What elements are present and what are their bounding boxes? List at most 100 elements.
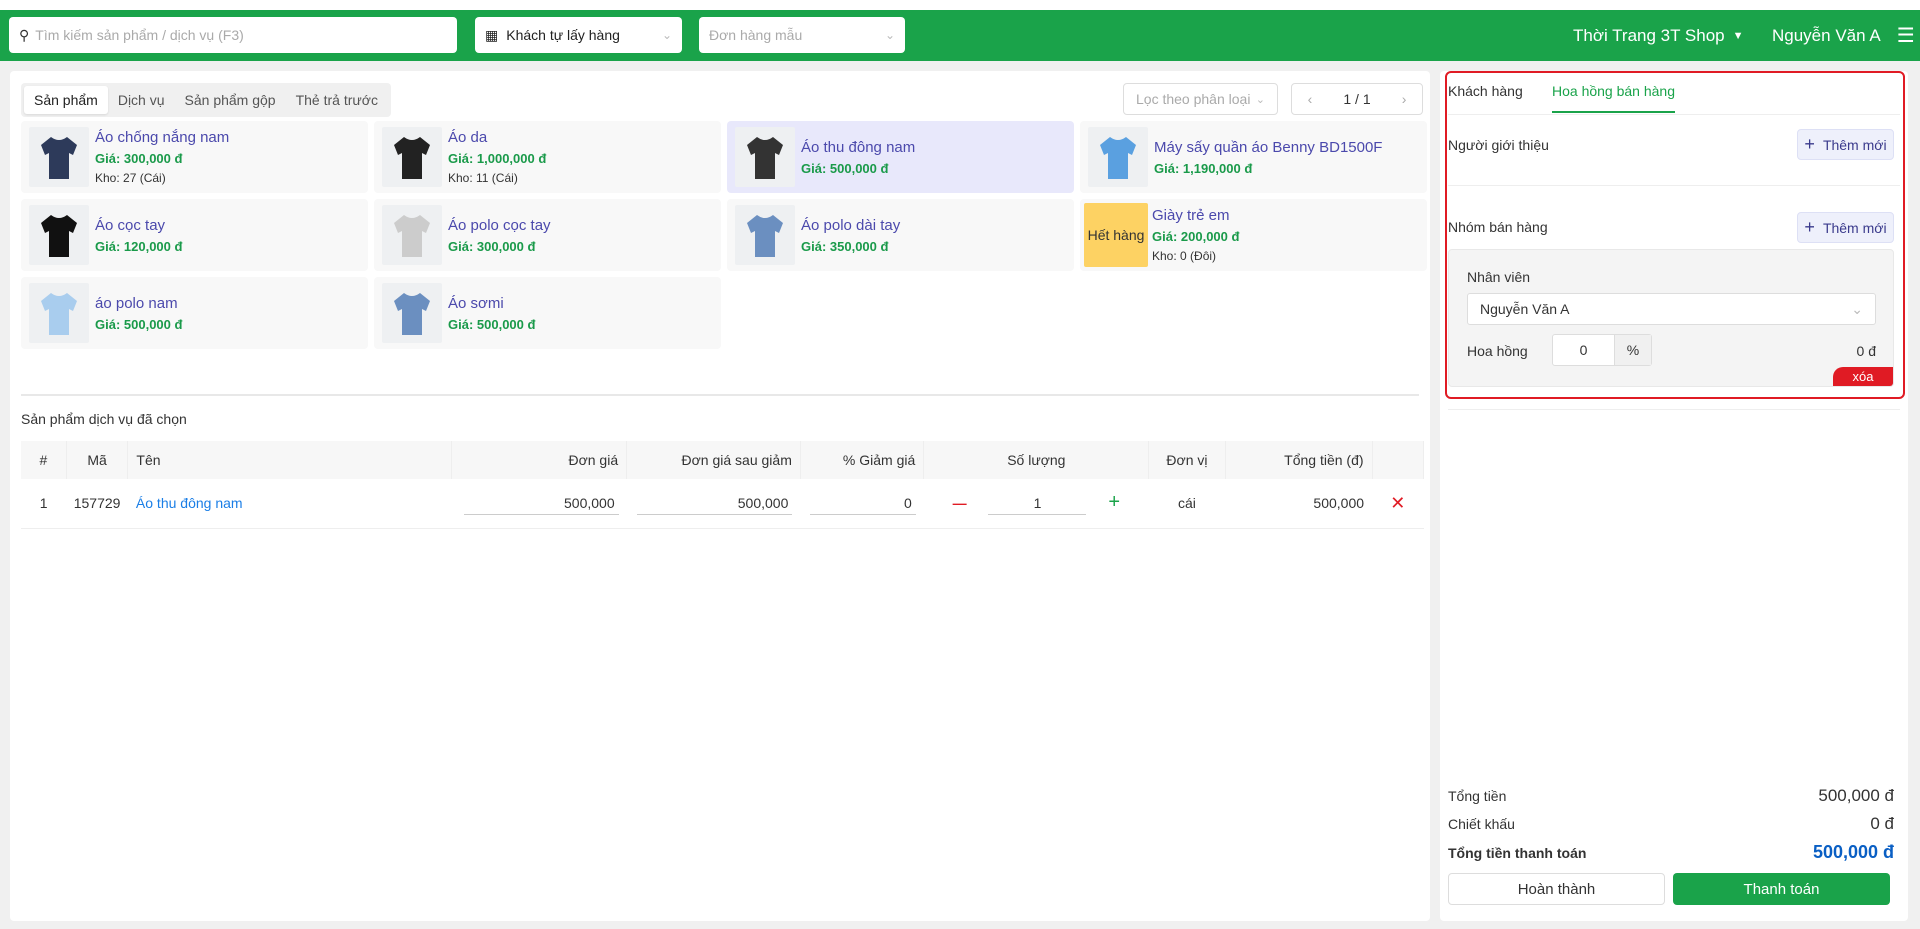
complete-button[interactable]: Hoàn thành: [1448, 873, 1665, 905]
product-card[interactable]: Áo cọc tay Giá: 120,000 đ: [21, 199, 368, 271]
product-name: Áo cọc tay: [95, 216, 166, 234]
discount-value: 0 đ: [1870, 814, 1894, 833]
product-card[interactable]: áo polo nam Giá: 500,000 đ: [21, 277, 368, 349]
price-input[interactable]: 500,000: [463, 492, 619, 515]
chevron-down-icon: ⌄: [661, 28, 672, 42]
tab-products[interactable]: Sản phẩm: [24, 86, 108, 114]
category-filter[interactable]: Lọc theo phân loại ⌄: [1123, 83, 1278, 115]
row-code: 157729: [66, 479, 128, 529]
sales-group-label: Nhóm bán hàng: [1448, 219, 1548, 235]
product-image: [735, 205, 795, 265]
product-price: Giá: 500,000 đ: [95, 316, 183, 332]
col-name: Tên: [127, 441, 453, 479]
product-image: [382, 127, 442, 187]
net-price-input[interactable]: 500,000: [637, 492, 793, 515]
chevron-down-icon: ⌄: [1851, 300, 1863, 317]
product-grid: Áo chống nắng nam Giá: 300,000 đ Kho: 27 (…: [21, 121, 1427, 349]
shirt-icon: [747, 137, 783, 179]
shirt-icon: [394, 293, 430, 335]
checkout-button[interactable]: Thanh toán: [1673, 873, 1890, 905]
product-name: Áo sơmi: [448, 294, 504, 312]
staff-select[interactable]: Nguyễn Văn A ⌄: [1467, 293, 1876, 325]
col-unit: Đơn vị: [1148, 441, 1226, 479]
chevron-down-icon: ⌄: [1255, 93, 1265, 106]
user-menu[interactable]: Nguyễn Văn A ☰: [1772, 10, 1915, 61]
product-price: Giá: 500,000 đ: [801, 160, 889, 176]
product-card[interactable]: Áo sơmi Giá: 500,000 đ: [374, 277, 721, 349]
shirt-icon: [394, 215, 430, 257]
product-image: [1088, 127, 1148, 187]
prev-page-icon[interactable]: ‹: [1308, 91, 1313, 107]
product-card[interactable]: Áo polo dài tay Giá: 350,000 đ: [727, 199, 1074, 271]
tab-commission[interactable]: Hoa hồng bán hàng: [1552, 83, 1675, 113]
product-image: [382, 205, 442, 265]
col-quantity: Số lượng: [923, 441, 1150, 479]
shirt-icon: [1100, 137, 1136, 179]
search-icon: ⚲: [19, 26, 30, 43]
search-input[interactable]: ⚲ Tìm kiếm sản phẩm / dịch vụ (F3): [9, 17, 457, 53]
store-icon: ▦: [485, 26, 499, 43]
chevron-down-icon: ⌄: [884, 28, 895, 42]
divider: [1448, 185, 1900, 186]
selected-title: Sản phẩm dịch vụ đã chọn: [21, 411, 187, 427]
template-order-select[interactable]: Đơn hàng mẫu ⌄: [699, 17, 905, 53]
delete-staff-button[interactable]: xóa: [1833, 367, 1893, 386]
product-image: [29, 127, 89, 187]
product-panel: Sản phẩm Dịch vụ Sản phẩm gộp Thẻ trả tr…: [10, 71, 1430, 921]
product-price: Giá: 350,000 đ: [801, 238, 889, 254]
product-card[interactable]: Áo chống nắng nam Giá: 300,000 đ Kho: 27 (…: [21, 121, 368, 193]
add-sales-group-button[interactable]: + Thêm mới: [1797, 212, 1894, 243]
product-image: [735, 127, 795, 187]
shirt-icon: [41, 293, 77, 335]
table-row: 1 157729 Áo thu đông nam 500,000 500,000…: [21, 479, 1424, 529]
product-card[interactable]: Hết hàng Giày trẻ em Giá: 200,000 đ Kho: 0 …: [1080, 199, 1427, 271]
minus-icon[interactable]: —: [953, 495, 967, 511]
hamburger-menu-icon[interactable]: ☰: [1897, 23, 1915, 48]
discount-input[interactable]: 0: [809, 492, 916, 515]
user-name: Nguyễn Văn A: [1772, 25, 1881, 45]
product-stock: Kho: 11 (Cái): [448, 171, 518, 185]
filter-placeholder: Lọc theo phân loại: [1136, 91, 1251, 107]
tab-services[interactable]: Dịch vụ: [108, 86, 175, 114]
sales-staff-card: Nhân viên Nguyễn Văn A ⌄ Hoa hồng 0 % 0 đ…: [1448, 249, 1894, 387]
divider: [21, 394, 1419, 396]
shirt-icon: [41, 137, 77, 179]
payable-value: 500,000 đ: [1812, 842, 1894, 862]
staff-label: Nhân viên: [1467, 269, 1531, 285]
delivery-select[interactable]: ▦ Khách tự lấy hàng ⌄: [475, 17, 682, 53]
next-page-icon[interactable]: ›: [1402, 91, 1407, 107]
product-stock: Kho: 27 (Cái): [95, 171, 166, 185]
product-price: Giá: 200,000 đ: [1152, 229, 1240, 244]
col-net-price: Đơn giá sau giảm: [626, 441, 801, 479]
commission-input-group: 0 %: [1552, 334, 1652, 366]
product-card[interactable]: Máy sấy quần áo Benny BD1500F Giá: 1,190,…: [1080, 121, 1427, 193]
tab-customer[interactable]: Khách hàng: [1448, 83, 1523, 99]
product-card[interactable]: Áo thu đông nam Giá: 500,000 đ: [727, 121, 1074, 193]
commission-amount: 0 đ: [1856, 343, 1876, 359]
product-card[interactable]: Áo da Giá: 1,000,000 đ Kho: 11 (Cái): [374, 121, 721, 193]
total-label: Tổng tiền: [1448, 788, 1507, 804]
product-name: áo polo nam: [95, 294, 178, 312]
col-actions: [1372, 441, 1425, 479]
plus-icon[interactable]: +: [1108, 491, 1120, 513]
tab-bundles[interactable]: Sản phẩm gộp: [175, 86, 286, 114]
product-price: Giá: 300,000 đ: [95, 151, 183, 166]
row-name-link[interactable]: Áo thu đông nam: [127, 479, 452, 529]
commission-input[interactable]: 0: [1553, 335, 1614, 365]
product-price: Giá: 500,000 đ: [448, 316, 536, 332]
quantity-input[interactable]: 1: [988, 492, 1087, 516]
delete-row-icon[interactable]: ✕: [1372, 479, 1424, 529]
add-referrer-button[interactable]: + Thêm mới: [1797, 129, 1894, 160]
shop-name: Thời Trang 3T Shop: [1573, 25, 1725, 45]
product-card[interactable]: Áo polo cọc tay Giá: 300,000 đ: [374, 199, 721, 271]
commission-label: Hoa hồng: [1467, 343, 1528, 359]
product-price: Giá: 120,000 đ: [95, 238, 183, 254]
tab-prepaid-cards[interactable]: Thẻ trả trước: [286, 86, 388, 114]
percent-addon[interactable]: %: [1614, 335, 1651, 365]
shop-selector[interactable]: Thời Trang 3T Shop ▼: [1573, 10, 1744, 61]
add-label: Thêm mới: [1822, 136, 1887, 153]
product-name: Áo polo dài tay: [801, 216, 901, 234]
divider: [1448, 409, 1900, 410]
product-price: Giá: 1,000,000 đ: [448, 151, 547, 166]
top-strip: [0, 0, 1920, 10]
